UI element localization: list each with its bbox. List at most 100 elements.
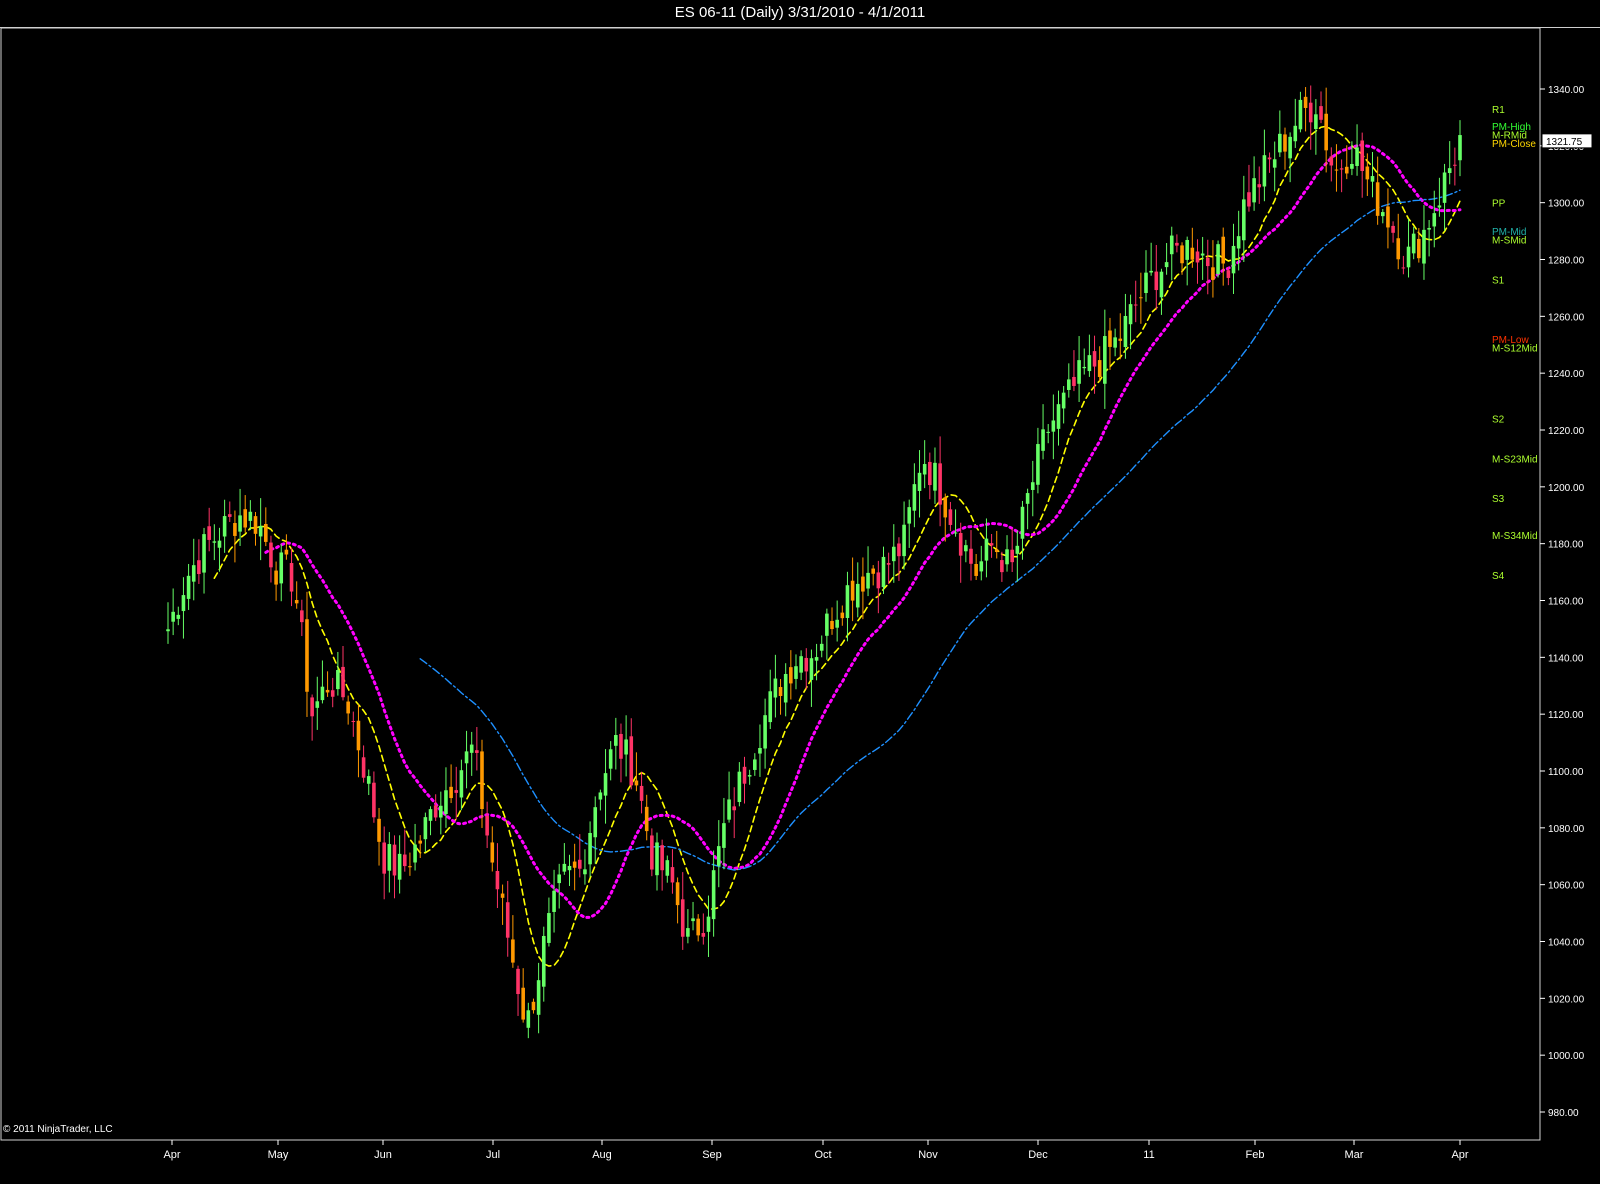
y-tick-label: 1160.00 <box>1548 597 1584 608</box>
candle-body <box>1283 134 1287 152</box>
candle-body <box>1355 147 1359 166</box>
x-tick-label: Jun <box>374 1149 392 1161</box>
candle-body <box>1417 238 1421 259</box>
candle-body <box>212 541 217 543</box>
candle-body <box>1164 262 1169 268</box>
candle-body <box>1154 271 1159 291</box>
candle-body <box>732 806 737 811</box>
candle-body <box>747 775 752 777</box>
candle-body <box>814 657 819 661</box>
candle-body <box>886 563 891 565</box>
candle-body <box>1205 257 1210 267</box>
y-tick-label: 1040.00 <box>1548 938 1585 949</box>
candle-body <box>1303 96 1308 108</box>
y-tick-label: 1340.00 <box>1548 85 1585 96</box>
candle-body <box>217 540 222 548</box>
price-axis[interactable]: 1340.001320.001300.001280.001260.001240.… <box>1540 85 1593 1119</box>
candle-body <box>1066 379 1071 390</box>
candle-body <box>1180 245 1184 264</box>
candle-body <box>1015 545 1020 554</box>
y-tick-label: 1020.00 <box>1548 994 1585 1005</box>
candle-body <box>459 770 464 798</box>
candle-body <box>202 534 206 573</box>
candle-body <box>264 524 268 542</box>
candle-body <box>1133 304 1138 306</box>
candle-body <box>176 614 181 619</box>
candle-body <box>871 568 875 574</box>
candle-body <box>181 595 186 612</box>
candle-body <box>1159 271 1164 298</box>
candle-body <box>402 854 407 867</box>
candle-body <box>562 863 567 872</box>
candle-body <box>418 840 423 844</box>
candle-body <box>1272 159 1277 168</box>
candle-body <box>336 670 340 690</box>
x-tick-label: Oct <box>814 1149 831 1161</box>
candle-body <box>1339 168 1344 170</box>
candle-body <box>536 980 541 1015</box>
candle-body <box>737 771 742 803</box>
candle-body <box>639 785 644 801</box>
candle-body <box>644 806 649 832</box>
x-tick-label: Aug <box>592 1149 612 1161</box>
candle-body <box>845 585 850 618</box>
candle-body <box>866 572 870 589</box>
candle-body <box>1380 212 1385 217</box>
candle-body <box>1000 560 1004 573</box>
candle-body <box>1195 251 1200 263</box>
candle-body <box>1072 376 1076 386</box>
level-label: S4 <box>1492 571 1505 582</box>
candle-body <box>469 744 474 753</box>
candle-body <box>701 933 706 937</box>
candle-body <box>1401 267 1406 269</box>
candle-body <box>902 524 906 557</box>
candle-body <box>552 890 556 912</box>
candle-body <box>238 515 242 532</box>
level-label: PP <box>1492 199 1506 210</box>
candle-body <box>1056 404 1061 429</box>
plot-area <box>0 27 1541 1141</box>
candle-body <box>1406 246 1411 268</box>
y-tick-label: 1200.00 <box>1548 483 1585 494</box>
x-tick-label: Apr <box>1451 1149 1468 1161</box>
candle-body <box>1375 182 1380 216</box>
candle-body <box>1221 236 1226 264</box>
candle-body <box>1010 549 1014 563</box>
candle-body <box>665 860 670 876</box>
candle-body <box>629 736 634 786</box>
candle-body <box>279 552 284 584</box>
candle-body <box>830 620 834 630</box>
candle-body <box>1370 176 1375 182</box>
level-label: M-S23Mid <box>1492 454 1538 465</box>
y-tick-label: 1000.00 <box>1548 1051 1585 1062</box>
candle-body <box>1036 444 1040 485</box>
candle-body <box>1092 351 1097 367</box>
candle-body <box>1252 178 1256 203</box>
y-tick-label: 1300.00 <box>1548 199 1585 210</box>
candle-body <box>289 563 294 592</box>
y-tick-label: 1060.00 <box>1548 881 1585 892</box>
candle-body <box>768 691 773 723</box>
copyright-text: © 2011 NinjaTrader, LLC <box>3 1124 113 1135</box>
candle-body <box>1427 227 1431 230</box>
price-chart[interactable]: R1PM-HighM-RMidPM-ClosePPPM-MidM-SMidS1P… <box>0 0 1600 1184</box>
candle-body <box>325 689 330 693</box>
candle-body <box>191 565 196 582</box>
candle-body <box>1211 267 1215 280</box>
candle-body <box>1046 431 1051 433</box>
candle-body <box>1005 549 1009 565</box>
x-tick-label: 11 <box>1143 1149 1154 1161</box>
candle-body <box>711 870 716 920</box>
candle-body <box>1236 236 1241 249</box>
level-label: M-S34Mid <box>1492 531 1538 542</box>
candle-body <box>984 538 989 561</box>
time-axis[interactable]: Apr May Jun Jul Aug Sep Oct Nov Dec 11 Feb Mar Apr <box>163 1140 1469 1161</box>
candle-body <box>634 780 639 786</box>
y-tick-label: 980.00 <box>1548 1108 1579 1119</box>
candle-body <box>480 751 484 810</box>
candle-body <box>511 939 515 963</box>
candle-body <box>593 807 598 838</box>
x-tick-label: Feb <box>1246 1149 1265 1161</box>
candle-body <box>382 842 386 874</box>
candle-body <box>608 749 613 769</box>
